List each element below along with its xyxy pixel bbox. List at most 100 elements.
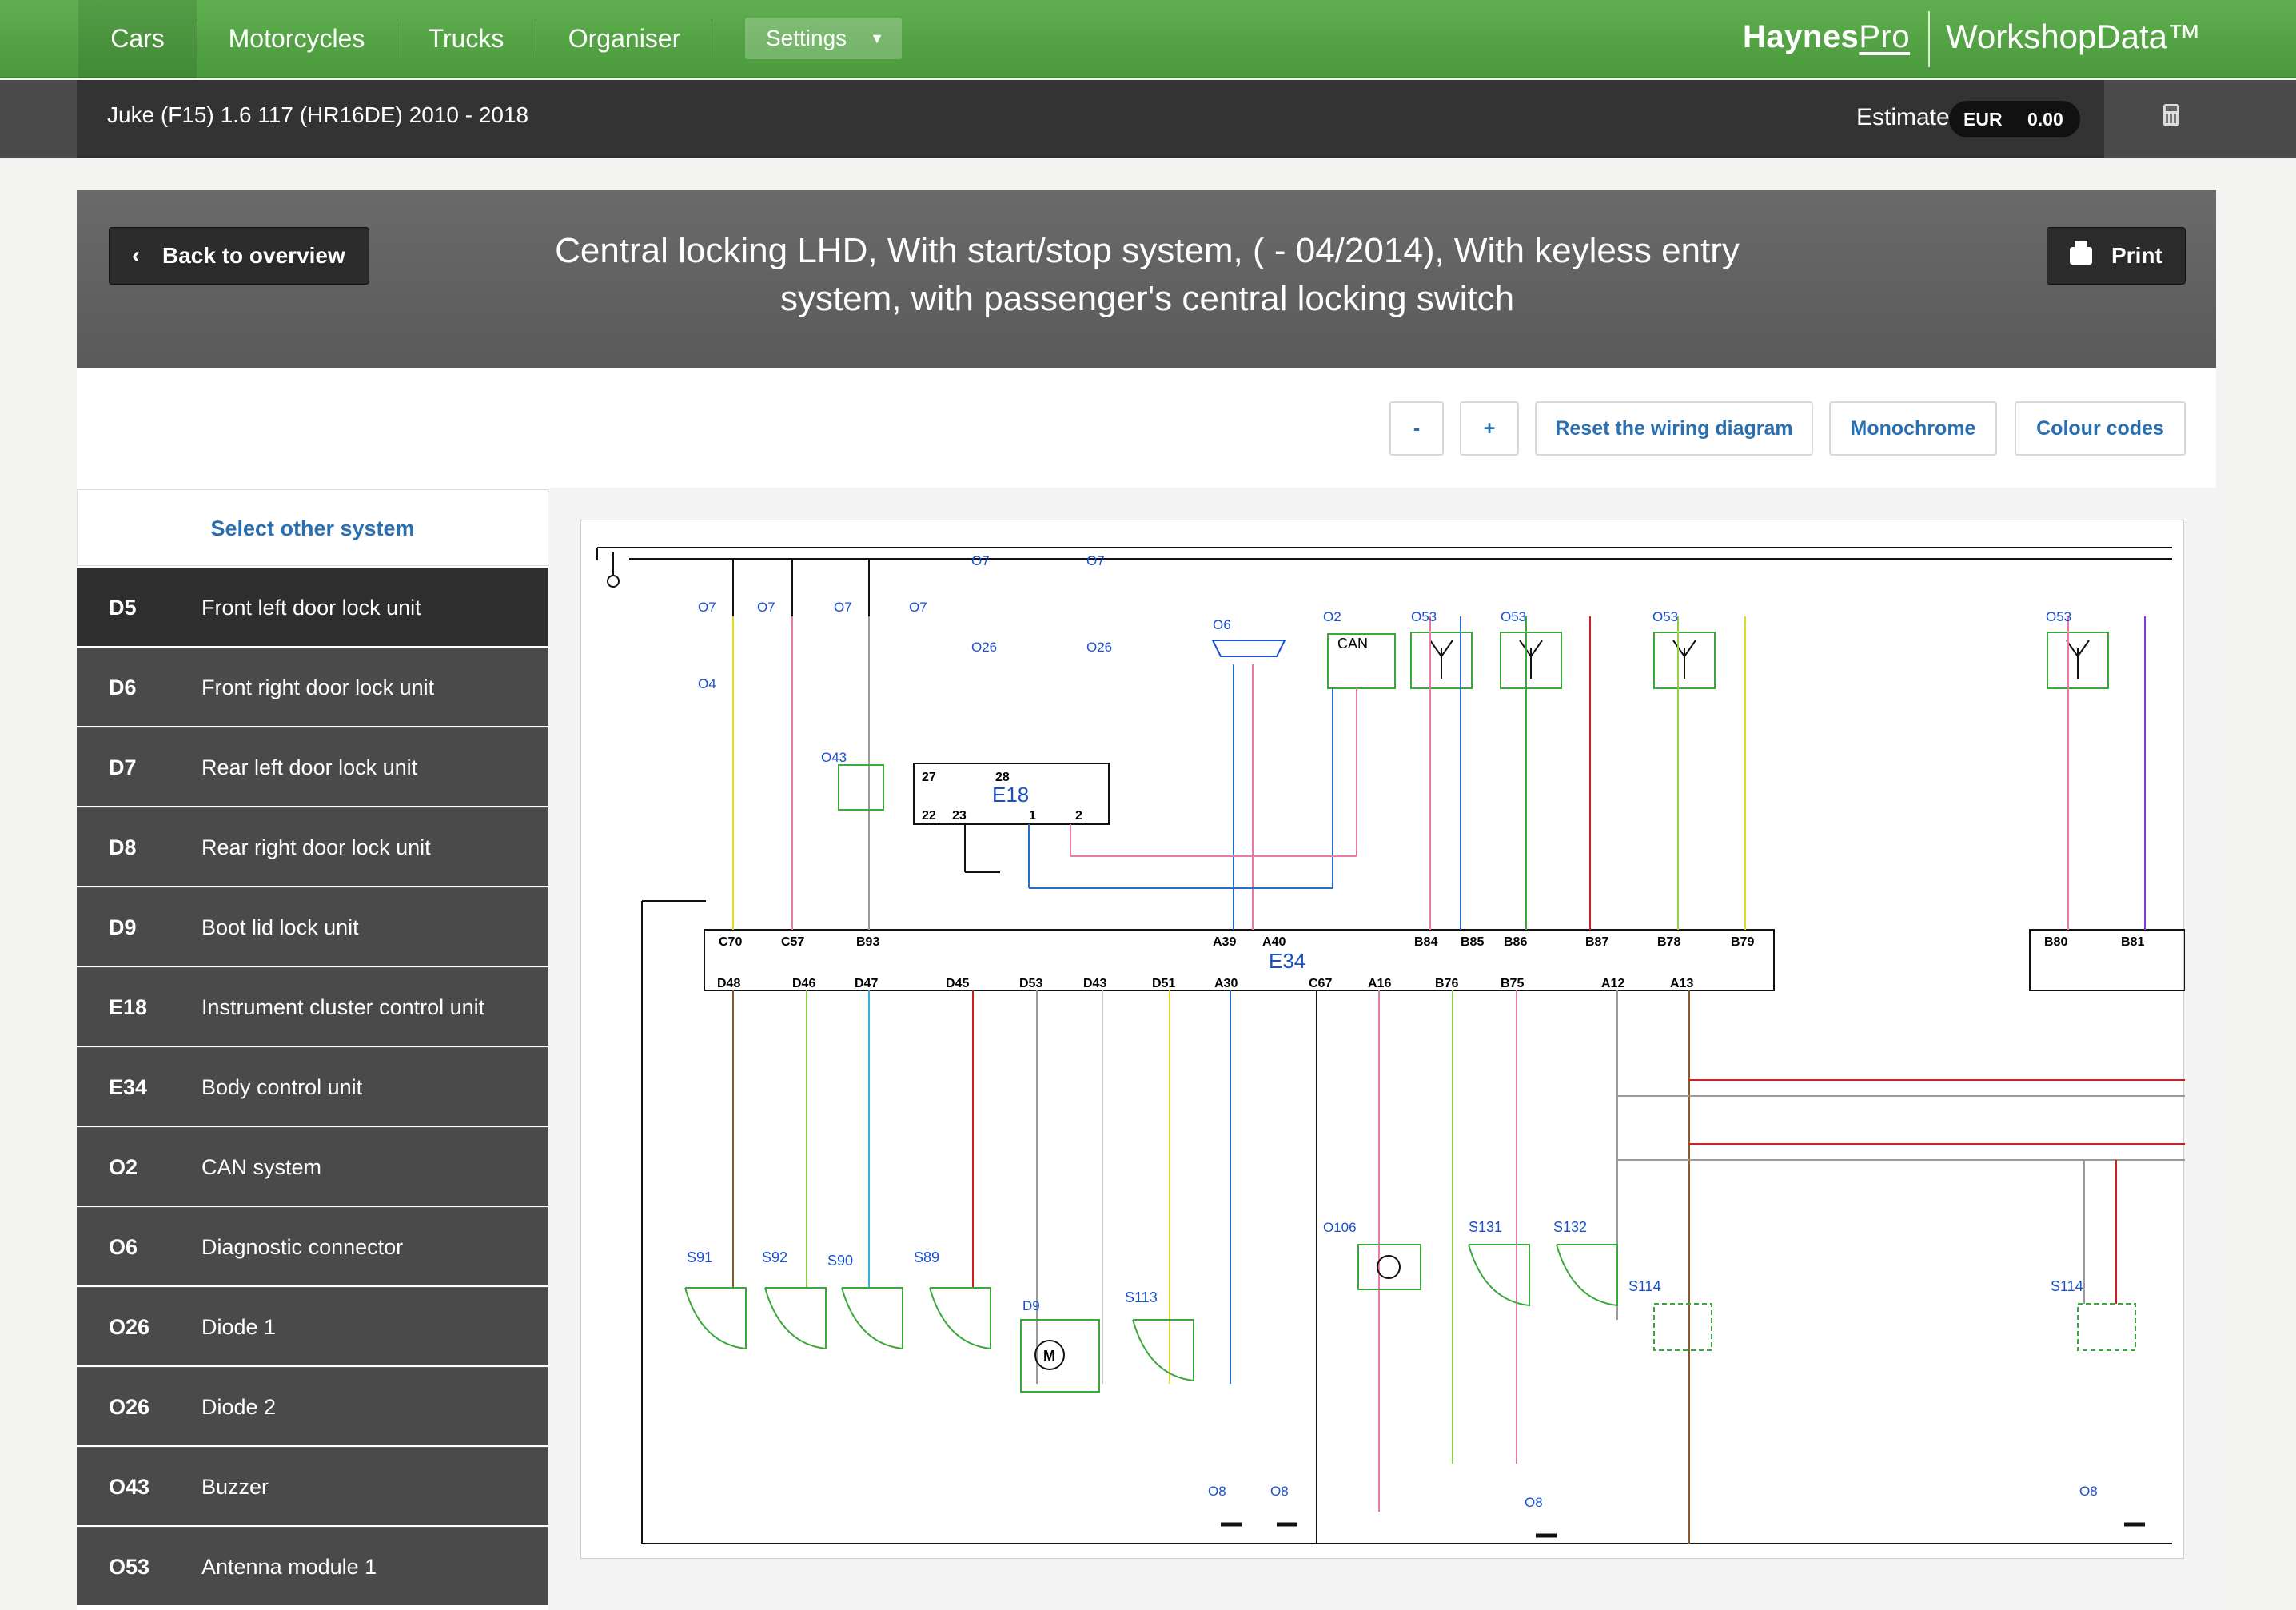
antenna-icons	[1429, 640, 2090, 679]
sidebar-item-d9[interactable]: D9 Boot lid lock unit	[77, 887, 548, 966]
sidebar-item-o53[interactable]: O53 Antenna module 1	[77, 1527, 548, 1605]
switch-label: S132	[1553, 1219, 1587, 1235]
nav-tab-organiser[interactable]: Organiser	[553, 0, 696, 78]
estimate-amount: 0.00	[2027, 109, 2063, 130]
nav-tab-trucks[interactable]: Trucks	[408, 0, 524, 78]
wiring-diagram[interactable]: E34 E18 27 28 22 23 1 2 CAN C70 C57 B93 …	[580, 520, 2185, 1559]
e34-top-pin: B78	[1657, 935, 1680, 949]
e18-pin: 22	[922, 809, 936, 823]
sidebar-item-d5[interactable]: D5 Front left door lock unit	[77, 568, 548, 646]
sidebar-item-label: Body control unit	[201, 1075, 363, 1099]
e34-top-pin: A40	[1262, 935, 1286, 949]
component-label: O26	[1086, 640, 1112, 655]
back-button-label: Back to overview	[162, 243, 345, 268]
sidebar-item-o26-2[interactable]: O26 Diode 2	[77, 1367, 548, 1445]
sidebar-item-code: D6	[109, 675, 137, 699]
sidebar-item-d8[interactable]: D8 Rear right door lock unit	[77, 807, 548, 886]
colour-codes-button[interactable]: Colour codes	[2015, 401, 2186, 456]
sidebar-item-label: Diagnostic connector	[201, 1235, 404, 1259]
switch-symbol[interactable]	[841, 1287, 903, 1350]
buzzer[interactable]	[838, 764, 884, 811]
sidebar-item-o6[interactable]: O6 Diagnostic connector	[77, 1207, 548, 1285]
wires	[732, 559, 2185, 1544]
sidebar-item-e18[interactable]: E18 Instrument cluster control unit	[77, 967, 548, 1046]
component-label: O8	[2079, 1484, 2098, 1499]
e34-bottom-pin: D53	[1019, 977, 1042, 990]
estimate-total-badge[interactable]: EUR 0.00	[1949, 101, 2080, 137]
switch-symbol[interactable]	[1556, 1244, 1618, 1307]
e34-top-pin: C57	[781, 935, 804, 949]
e34-bottom-pin: D45	[946, 977, 969, 990]
supply-rails	[596, 547, 2172, 1544]
monochrome-button[interactable]: Monochrome	[1829, 401, 1997, 456]
e34-top-pin: C70	[719, 935, 742, 949]
switch-module[interactable]	[2077, 1303, 2136, 1351]
antenna-modules	[1410, 632, 2109, 689]
print-button[interactable]: Print	[2047, 227, 2186, 285]
settings-dropdown[interactable]: Settings ▼	[745, 18, 902, 59]
switch-label: S91	[687, 1249, 712, 1265]
nav-tab-cars[interactable]: Cars	[78, 0, 197, 78]
sidebar-item-label: Rear left door lock unit	[201, 755, 418, 779]
nav-tab-motorcycles[interactable]: Motorcycles	[209, 0, 384, 78]
sidebar-item-e34[interactable]: E34 Body control unit	[77, 1047, 548, 1126]
sidebar-item-code: E34	[109, 1075, 148, 1099]
component-label: O8	[1208, 1484, 1226, 1499]
boot-lid-lock-unit[interactable]	[1020, 1319, 1100, 1393]
estimate-label: Estimate	[1856, 104, 1950, 130]
component-label: O6	[1213, 617, 1231, 632]
e34-top-pin: A39	[1213, 935, 1236, 949]
brand-pro: Pro	[1859, 19, 1911, 54]
zoom-out-button[interactable]: -	[1389, 401, 1444, 456]
component-label: O53	[1652, 609, 1678, 624]
switch-label: S92	[762, 1249, 787, 1265]
back-to-overview-button[interactable]: ‹ Back to overview	[109, 227, 369, 285]
component-label: O2	[1323, 609, 1341, 624]
sidebar-item-label: Front left door lock unit	[201, 596, 421, 620]
component-label: O7	[909, 600, 927, 615]
select-other-system-link[interactable]: Select other system	[77, 489, 548, 566]
brand-divider	[1928, 11, 1930, 67]
sidebar-item-code: O2	[109, 1155, 138, 1179]
component-label: O53	[2046, 609, 2071, 624]
can-label: CAN	[1337, 636, 1368, 652]
switch-symbol[interactable]	[929, 1287, 991, 1350]
e34-bottom-pin: D51	[1152, 977, 1175, 990]
pin-labels: C70 C57 B93 A39 A40 B84 B85 B86 B87 B78 B79 B80 B81 D…	[687, 553, 2144, 1510]
ground-symbols	[1221, 1522, 2145, 1538]
component-label: O43	[821, 750, 847, 765]
switch-symbol[interactable]	[684, 1287, 747, 1350]
sidebar-item-code: D5	[109, 596, 137, 620]
sidebar-item-code: O43	[109, 1475, 150, 1499]
switch-symbol[interactable]	[1468, 1244, 1530, 1307]
sidebar-item-code: O26	[109, 1315, 150, 1339]
e34-label: E34	[1269, 949, 1305, 973]
diagnostic-connector[interactable]	[1211, 640, 1286, 657]
switch-symbol[interactable]	[1132, 1319, 1194, 1382]
component-label: D9	[1022, 1298, 1040, 1313]
sidebar-item-o26-1[interactable]: O26 Diode 1	[77, 1287, 548, 1365]
e34-bottom-pin: B75	[1501, 977, 1524, 990]
calculator-icon[interactable]	[2163, 104, 2179, 126]
sidebar-item-code: D8	[109, 835, 137, 859]
component-label: O8	[1525, 1495, 1543, 1510]
switch-module[interactable]	[1653, 1303, 1712, 1351]
sidebar-item-d7[interactable]: D7 Rear left door lock unit	[77, 727, 548, 806]
switch-symbol[interactable]	[764, 1287, 827, 1350]
sidebar-item-o43[interactable]: O43 Buzzer	[77, 1447, 548, 1525]
component-label: O4	[698, 676, 716, 691]
reset-diagram-button[interactable]: Reset the wiring diagram	[1535, 401, 1813, 456]
lamp[interactable]	[1357, 1244, 1421, 1290]
zoom-in-button[interactable]: +	[1460, 401, 1519, 456]
switch-symbols	[684, 1244, 1618, 1382]
sidebar-item-d6[interactable]: D6 Front right door lock unit	[77, 648, 548, 726]
diagram-title: Central locking LHD, With start/stop sys…	[555, 231, 1740, 318]
lamp-icon	[1377, 1255, 1401, 1279]
sidebar-item-code: O6	[109, 1235, 138, 1259]
estimate-currency: EUR	[1963, 109, 2003, 130]
component-label: O7	[757, 600, 775, 615]
product-name: WorkshopData™	[1946, 18, 2202, 55]
sidebar-item-o2[interactable]: O2 CAN system	[77, 1127, 548, 1206]
haynespro-logo[interactable]: HaynesPro	[1743, 19, 1910, 55]
component-label: O53	[1411, 609, 1437, 624]
